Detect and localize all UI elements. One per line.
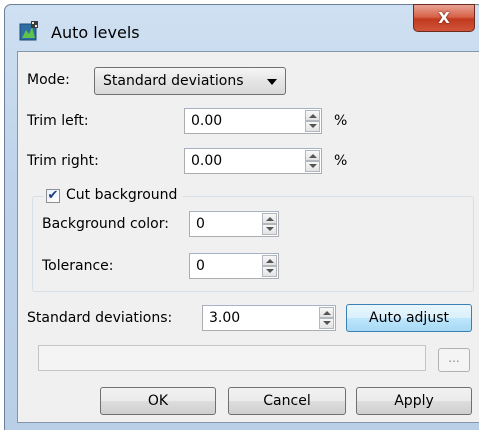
standard-deviations-value: 3.00 <box>209 310 241 326</box>
ok-button[interactable]: OK <box>100 387 216 415</box>
output-path-field <box>38 345 426 371</box>
trim-right-unit: % <box>334 153 348 169</box>
spin-up-icon[interactable] <box>305 110 320 121</box>
window-title: Auto levels <box>51 23 140 42</box>
close-button[interactable]: X <box>413 4 475 32</box>
close-icon: X <box>438 9 450 27</box>
browse-button: ... <box>438 348 470 372</box>
auto-adjust-button[interactable]: Auto adjust <box>346 304 472 332</box>
spin-down-icon[interactable] <box>262 266 277 277</box>
tolerance-spin-buttons <box>262 254 278 278</box>
spin-down-icon[interactable] <box>305 161 320 172</box>
standard-deviations-label: Standard deviations: <box>27 310 173 326</box>
background-color-label: Background color: <box>42 216 169 232</box>
spin-down-icon[interactable] <box>305 121 320 132</box>
chevron-down-icon <box>267 79 277 85</box>
apply-button[interactable]: Apply <box>356 387 472 415</box>
title-bar[interactable]: Auto levels X <box>5 4 479 49</box>
auto-levels-app-icon <box>19 21 38 41</box>
trim-left-value: 0.00 <box>191 113 223 129</box>
spin-down-icon[interactable] <box>319 318 334 329</box>
tolerance-spinbox[interactable]: 0 <box>189 253 279 279</box>
cut-background-checkbox[interactable]: ✔ <box>46 189 60 203</box>
background-color-spinbox[interactable]: 0 <box>189 211 279 237</box>
mode-label: Mode: <box>27 72 70 88</box>
background-color-spin-buttons <box>262 212 278 236</box>
mode-selected-value: Standard deviations <box>103 73 244 89</box>
trim-left-spin-buttons <box>305 109 321 133</box>
cut-background-checkbox-row[interactable]: ✔ Cut background Cut background <box>44 187 184 207</box>
spin-up-icon[interactable] <box>262 213 277 224</box>
spin-down-icon[interactable] <box>262 224 277 235</box>
spin-up-icon[interactable] <box>319 307 334 318</box>
trim-right-spin-buttons <box>305 149 321 173</box>
background-color-value: 0 <box>196 216 205 232</box>
cut-background-group: Background color: 0 Tolerance: 0 <box>32 196 474 292</box>
tolerance-label: Tolerance: <box>42 258 114 274</box>
trim-right-value: 0.00 <box>191 153 223 169</box>
trim-left-unit: % <box>334 113 348 129</box>
trim-right-label: Trim right: <box>27 153 99 169</box>
trim-left-label: Trim left: <box>27 113 89 129</box>
cancel-button[interactable]: Cancel <box>228 387 346 415</box>
page: Auto levels X Mode: Standard deviations … <box>0 0 479 430</box>
standard-deviations-spinbox[interactable]: 3.00 <box>202 305 336 331</box>
trim-right-spinbox[interactable]: 0.00 <box>184 148 322 174</box>
spin-up-icon[interactable] <box>305 150 320 161</box>
dialog-body: Mode: Standard deviations Trim left: 0.0… <box>17 51 479 423</box>
standard-deviations-spin-buttons <box>319 306 335 330</box>
trim-left-spinbox[interactable]: 0.00 <box>184 108 322 134</box>
cut-background-label: Cut background <box>66 187 178 203</box>
tolerance-value: 0 <box>196 258 205 274</box>
auto-levels-dialog: Auto levels X Mode: Standard deviations … <box>4 4 479 430</box>
mode-dropdown[interactable]: Standard deviations <box>94 67 286 95</box>
spin-up-icon[interactable] <box>262 255 277 266</box>
checkmark-icon: ✔ <box>47 188 59 203</box>
